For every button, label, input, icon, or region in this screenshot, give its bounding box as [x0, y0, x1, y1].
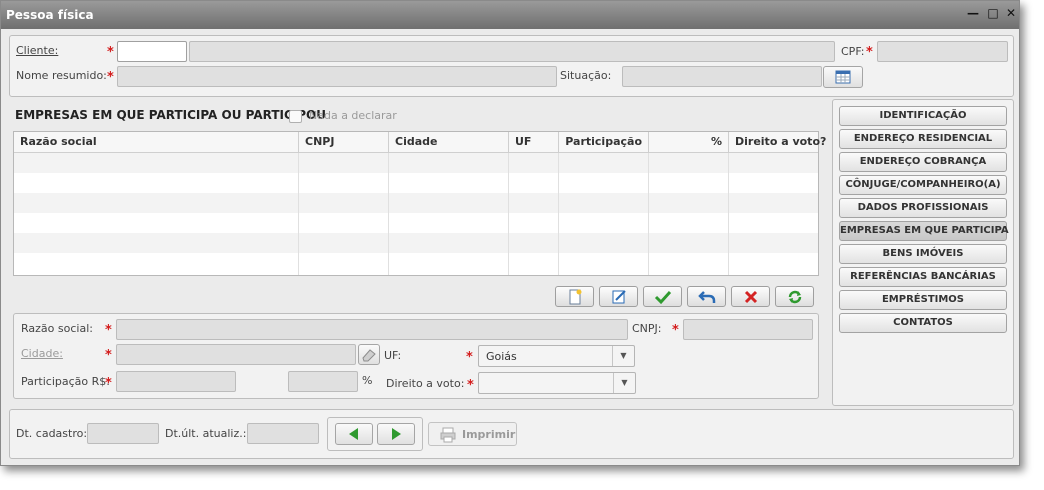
- arrow-left-icon: [349, 428, 358, 440]
- delete-icon: [744, 290, 757, 304]
- nav-bens-imoveis[interactable]: BENS IMÓVEIS: [839, 244, 1007, 264]
- table-row[interactable]: [14, 253, 818, 273]
- nav-dados-profissionais[interactable]: DADOS PROFISSIONAIS: [839, 198, 1007, 218]
- chevron-down-icon: ▼: [612, 346, 634, 366]
- nav-emprestimos[interactable]: EMPRÉSTIMOS: [839, 290, 1007, 310]
- nada-declarar-label: Nada a declarar: [309, 109, 397, 122]
- nav-identificacao[interactable]: IDENTIFICAÇÃO: [839, 106, 1007, 126]
- situacao-label: Situação:: [560, 69, 612, 82]
- dt-atualiz-input: [247, 423, 319, 444]
- cpf-label: CPF:: [841, 45, 865, 58]
- nome-resumido-label: Nome resumido:: [16, 69, 107, 82]
- nav-referencias-bancarias[interactable]: REFERÊNCIAS BANCÁRIAS: [839, 267, 1007, 287]
- cliente-label: Cliente:: [16, 44, 59, 57]
- new-document-icon: [569, 289, 581, 305]
- title-bar: Pessoa física — □ ✕: [1, 1, 1019, 29]
- percent-label: %: [362, 374, 373, 387]
- cnpj-input[interactable]: [683, 319, 813, 340]
- required-marker: *: [466, 350, 473, 365]
- cliente-code-input[interactable]: [117, 41, 187, 62]
- nav-endereco-cobranca[interactable]: ENDEREÇO COBRANÇA: [839, 152, 1007, 172]
- cnpj-label: CNPJ:: [632, 322, 662, 335]
- refresh-icon: [788, 290, 801, 304]
- uf-label: UF:: [384, 349, 402, 362]
- window-title: Pessoa física: [6, 8, 94, 22]
- empresas-table[interactable]: Razão social CNPJ Cidade UF Participação…: [13, 131, 826, 276]
- column-header-participacao[interactable]: Participação: [559, 132, 649, 153]
- edit-icon: [612, 290, 626, 304]
- imprimir-label: Imprimir: [462, 428, 516, 441]
- table-header: Razão social CNPJ Cidade UF Participação…: [14, 132, 826, 153]
- table-row[interactable]: [14, 233, 818, 253]
- nav-contatos[interactable]: CONTATOS: [839, 313, 1007, 333]
- previous-button[interactable]: [335, 423, 373, 445]
- chevron-down-icon: ▼: [613, 373, 635, 393]
- required-marker: *: [105, 376, 112, 391]
- eraser-icon: [362, 349, 376, 362]
- close-icon[interactable]: ✕: [1004, 6, 1018, 22]
- section-title: EMPRESAS EM QUE PARTICIPA OU PARTICIPOU: [15, 108, 326, 122]
- required-marker: *: [672, 323, 679, 338]
- required-marker: *: [107, 45, 114, 60]
- razao-social-label: Razão social:: [21, 322, 93, 335]
- cidade-input[interactable]: [116, 344, 356, 365]
- table-row[interactable]: [14, 173, 818, 193]
- column-header-percent[interactable]: %: [649, 132, 729, 153]
- nav-conjuge[interactable]: CÔNJUGE/COMPANHEIRO(A): [839, 175, 1007, 195]
- column-header-razao-social[interactable]: Razão social: [14, 132, 299, 153]
- calendar-icon: [835, 70, 851, 84]
- column-header-cnpj[interactable]: CNPJ: [299, 132, 389, 153]
- cidade-label[interactable]: Cidade:: [21, 347, 63, 360]
- cliente-name-input[interactable]: [189, 41, 835, 62]
- participacao-input[interactable]: [116, 371, 236, 392]
- check-icon: [654, 290, 671, 305]
- undo-icon: [697, 291, 715, 303]
- column-header-cidade[interactable]: Cidade: [389, 132, 509, 153]
- razao-social-input[interactable]: [116, 319, 628, 340]
- pessoa-fisica-window: Pessoa física — □ ✕ Cliente: * CPF: * No…: [0, 0, 1020, 466]
- participacao-label: Participação R$:: [21, 375, 110, 388]
- imprimir-button[interactable]: Imprimir: [428, 422, 517, 446]
- calendar-button[interactable]: [823, 66, 863, 88]
- table-row[interactable]: [14, 213, 818, 233]
- confirm-button[interactable]: [643, 286, 682, 307]
- clear-cidade-button[interactable]: [358, 344, 380, 365]
- delete-button[interactable]: [731, 286, 770, 307]
- dt-cadastro-label: Dt. cadastro:: [16, 427, 88, 440]
- minimize-icon[interactable]: —: [966, 6, 980, 22]
- direito-voto-select[interactable]: ▼: [478, 372, 636, 394]
- dt-atualiz-label: Dt.últ. atualiz.:: [165, 427, 247, 440]
- new-record-button[interactable]: [555, 286, 594, 307]
- percent-input[interactable]: [288, 371, 358, 392]
- column-header-direito-voto[interactable]: Direito a voto?: [729, 132, 826, 153]
- nav-endereco-residencial[interactable]: ENDEREÇO RESIDENCIAL: [839, 129, 1007, 149]
- next-button[interactable]: [377, 423, 415, 445]
- table-row[interactable]: [14, 193, 818, 213]
- uf-select-value: Goiás: [486, 350, 517, 363]
- situacao-input[interactable]: [622, 66, 822, 87]
- required-marker: *: [105, 348, 112, 363]
- required-marker: *: [107, 70, 114, 85]
- nome-resumido-input[interactable]: [117, 66, 557, 87]
- direito-voto-label: Direito a voto:: [386, 377, 465, 390]
- required-marker: *: [866, 45, 873, 60]
- required-marker: *: [105, 323, 112, 338]
- nada-declarar-checkbox[interactable]: [289, 110, 302, 123]
- undo-button[interactable]: [687, 286, 726, 307]
- nav-empresas[interactable]: EMPRESAS EM QUE PARTICIPA: [839, 221, 1009, 241]
- column-header-uf[interactable]: UF: [509, 132, 559, 153]
- arrow-right-icon: [392, 428, 401, 440]
- refresh-button[interactable]: [775, 286, 814, 307]
- maximize-icon[interactable]: □: [986, 6, 1000, 22]
- uf-select[interactable]: Goiás ▼: [478, 345, 635, 367]
- cpf-input[interactable]: [877, 41, 1008, 62]
- edit-record-button[interactable]: [599, 286, 638, 307]
- printer-icon: [440, 427, 456, 443]
- required-marker: *: [467, 378, 474, 393]
- dt-cadastro-input: [87, 423, 159, 444]
- table-row[interactable]: [14, 153, 818, 173]
